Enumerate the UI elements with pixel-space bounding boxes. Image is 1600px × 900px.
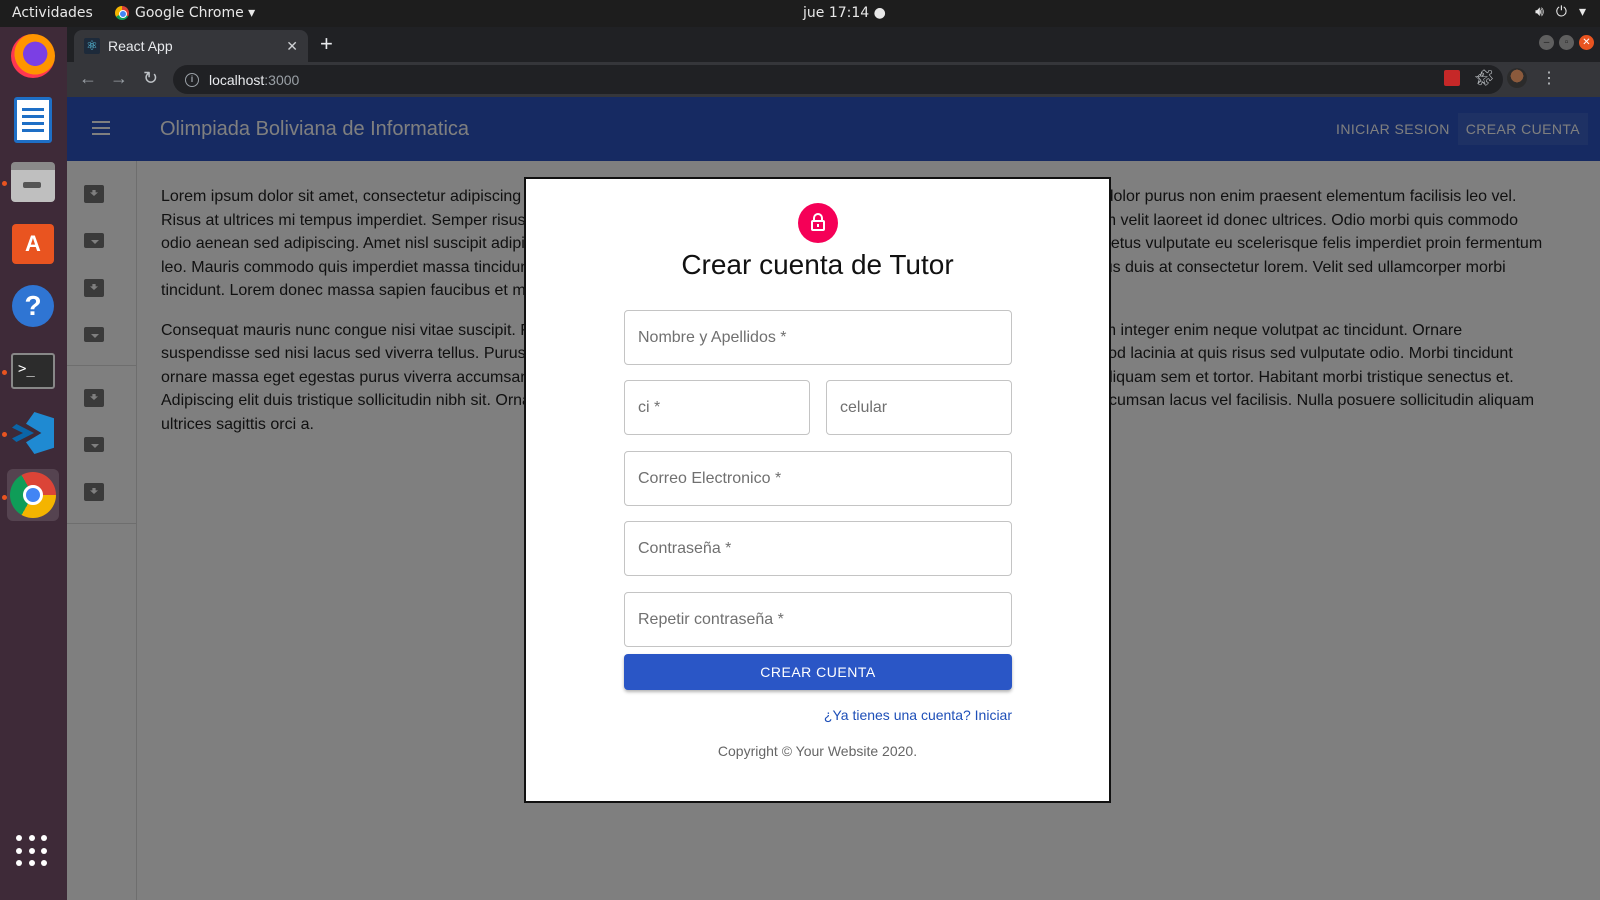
extensions-puzzle-icon[interactable]: 🧩︎ xyxy=(1475,68,1495,88)
close-tab-icon[interactable]: ✕ xyxy=(286,38,298,55)
tab-react-app[interactable]: ⚛ React App ✕ xyxy=(74,30,308,62)
phone-input[interactable] xyxy=(827,381,1011,434)
reload-icon[interactable]: ↻ xyxy=(143,68,158,89)
dock: A ? >_ xyxy=(0,27,67,900)
files-icon xyxy=(11,162,55,202)
profile-avatar[interactable] xyxy=(1507,68,1527,88)
full-name-input[interactable] xyxy=(625,311,1011,364)
system-tray[interactable]: 🔊︎ ⏻ ▾ xyxy=(1535,4,1586,20)
tab-strip: ⚛ React App ✕ + – ▫ ✕ xyxy=(67,27,1600,62)
signup-dialog: Crear cuenta de Tutor CREAR CUENTA ¿Ya t… xyxy=(524,177,1111,803)
email-field[interactable] xyxy=(624,451,1012,506)
close-window-icon[interactable]: ✕ xyxy=(1579,35,1594,50)
app-menu-label: Google Chrome ▾ xyxy=(135,5,256,21)
ci-field[interactable] xyxy=(624,380,810,435)
dock-terminal[interactable]: >_ xyxy=(7,345,59,397)
show-applications-icon[interactable] xyxy=(16,835,50,869)
power-icon[interactable]: ⏻ xyxy=(1556,4,1567,20)
lock-avatar xyxy=(798,203,838,243)
help-icon: ? xyxy=(12,285,54,327)
full-name-field[interactable] xyxy=(624,310,1012,365)
firefox-icon xyxy=(11,34,55,78)
tab-title: React App xyxy=(108,38,173,54)
password-input[interactable] xyxy=(625,522,1011,575)
repeat-password-input[interactable] xyxy=(625,593,1011,646)
dock-firefox[interactable] xyxy=(7,30,59,82)
window-controls: – ▫ ✕ xyxy=(1539,35,1594,50)
browser-toolbar: ← → ↻ i localhost:3000 ☆ 🧩︎ ⋮ xyxy=(67,62,1600,97)
writer-icon xyxy=(14,97,52,143)
dock-chrome[interactable] xyxy=(7,469,59,521)
dock-files[interactable] xyxy=(7,156,59,208)
phone-field[interactable] xyxy=(826,380,1012,435)
email-input[interactable] xyxy=(625,452,1011,505)
extension-icon[interactable] xyxy=(1444,70,1460,86)
clock[interactable]: jue 17:14 ● xyxy=(803,5,886,21)
password-field[interactable] xyxy=(624,521,1012,576)
maximize-icon[interactable]: ▫ xyxy=(1559,35,1574,50)
signin-link[interactable]: ¿Ya tienes una cuenta? Iniciar xyxy=(824,707,1012,723)
ci-input[interactable] xyxy=(625,381,809,434)
dock-help[interactable]: ? xyxy=(7,280,59,332)
minimize-icon[interactable]: – xyxy=(1539,35,1554,50)
back-icon[interactable]: ← xyxy=(79,68,97,89)
terminal-icon: >_ xyxy=(11,353,55,389)
os-top-bar: Actividades Google Chrome ▾ jue 17:14 ● … xyxy=(0,0,1600,27)
volume-icon[interactable]: 🔊︎ xyxy=(1535,4,1544,20)
create-account-button[interactable]: CREAR CUENTA xyxy=(624,654,1012,690)
software-center-icon: A xyxy=(12,224,54,264)
url-host: localhost xyxy=(209,71,265,88)
forward-icon[interactable]: → xyxy=(110,68,128,89)
url-port: :3000 xyxy=(264,71,300,88)
site-info-icon[interactable]: i xyxy=(185,72,199,87)
app-menu[interactable]: Google Chrome ▾ xyxy=(115,5,255,21)
dialog-title: Crear cuenta de Tutor xyxy=(681,249,954,280)
chrome-icon xyxy=(10,472,56,518)
dock-writer[interactable] xyxy=(7,94,59,146)
browser-window: ⚛ React App ✕ + – ▫ ✕ ← → ↻ i localhost:… xyxy=(67,27,1600,900)
web-page: Olimpiada Boliviana de Informatica INICI… xyxy=(67,97,1600,900)
address-bar[interactable]: i localhost:3000 ☆ xyxy=(173,65,1503,94)
new-tab-button[interactable]: + xyxy=(320,31,333,57)
dock-vscode[interactable] xyxy=(7,407,59,459)
repeat-password-field[interactable] xyxy=(624,592,1012,647)
react-icon: ⚛ xyxy=(84,38,100,54)
lock-icon-body xyxy=(811,220,825,231)
activities-button[interactable]: Actividades xyxy=(12,5,93,21)
vscode-icon xyxy=(12,412,54,454)
chrome-icon xyxy=(115,6,129,20)
dock-software[interactable]: A xyxy=(7,218,59,270)
kebab-menu-icon[interactable]: ⋮ xyxy=(1541,68,1557,88)
copyright-text: Copyright © Your Website 2020. xyxy=(717,743,918,759)
chevron-down-icon[interactable]: ▾ xyxy=(1579,4,1586,20)
